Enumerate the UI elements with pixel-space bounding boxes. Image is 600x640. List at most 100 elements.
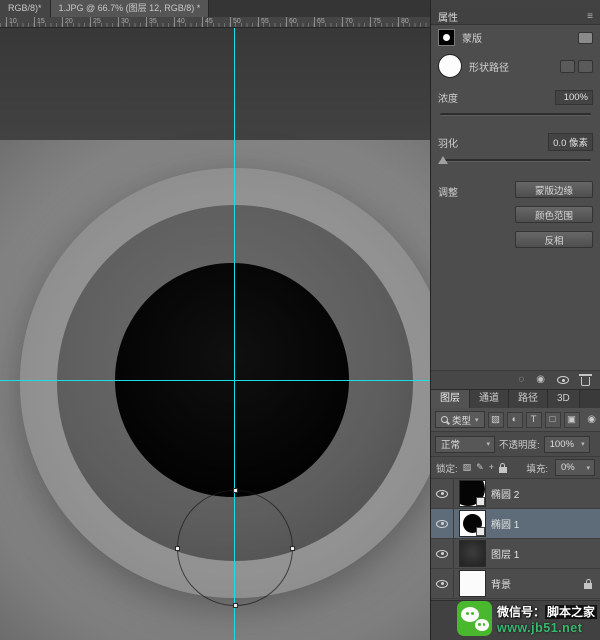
chevron-down-icon: ▾	[586, 464, 590, 472]
layers-panel-tabs: 图层 通道 路径 3D	[431, 390, 600, 408]
horizontal-guide[interactable]	[0, 380, 430, 381]
feather-value[interactable]: 0.0 像素	[548, 133, 593, 151]
lock-pixels-icon[interactable]: ✎	[476, 463, 484, 472]
wechat-icon	[457, 601, 492, 636]
layer-row-ellipse-1[interactable]: 椭圆 1	[431, 509, 600, 539]
density-slider[interactable]	[440, 113, 591, 116]
mask-label: 蒙版	[462, 30, 482, 45]
mask-row: 蒙版	[431, 25, 600, 50]
canvas[interactable]	[0, 28, 430, 640]
tab-layers[interactable]: 图层	[431, 390, 470, 408]
filter-kind-dropdown[interactable]: 类型 ▾	[435, 411, 485, 428]
layer-thumbnail[interactable]	[460, 511, 485, 536]
ruler-tick: 55	[258, 17, 286, 27]
layer-row-background[interactable]: 背景	[431, 569, 600, 599]
layer-row-ellipse-2[interactable]: 椭圆 2	[431, 479, 600, 509]
toggle-mask-eye-icon[interactable]	[557, 376, 569, 384]
wechat-prefix: 微信号：	[497, 605, 545, 619]
visibility-cell[interactable]	[431, 479, 454, 508]
wechat-account-name: 脚本之家	[545, 605, 597, 619]
layer-thumbnail[interactable]	[460, 481, 485, 506]
density-value[interactable]: 100%	[555, 90, 593, 105]
ruler-tick: 70	[342, 17, 370, 27]
properties-header: 属性 ≡	[431, 8, 600, 25]
load-selection-icon[interactable]: ◌	[518, 375, 524, 385]
layer-name[interactable]: 图层 1	[491, 546, 519, 561]
opacity-select[interactable]: 100% ▾	[544, 436, 590, 453]
invert-button[interactable]: 反相	[515, 231, 593, 248]
panel-menu-icon[interactable]: ≡	[587, 11, 593, 22]
visibility-cell[interactable]	[431, 539, 454, 568]
tab-3d[interactable]: 3D	[548, 390, 580, 408]
layer-row-layer-1[interactable]: 图层 1	[431, 539, 600, 569]
lock-transparency-icon[interactable]: ▨	[463, 463, 472, 472]
ruler-tick: 10	[6, 17, 34, 27]
filter-adjustment-layers-icon[interactable]: ◐	[507, 412, 523, 428]
filter-pixel-layers-icon[interactable]: ▨	[488, 412, 504, 428]
layer-thumbnail[interactable]	[460, 571, 485, 596]
tab-secondary[interactable]: RGB/8)*	[0, 0, 51, 17]
watermark-text: 微信号：脚本之家 www.jb51.net	[497, 603, 597, 635]
fill-select[interactable]: 0% ▾	[555, 459, 595, 476]
blend-mode-value: 正常	[441, 437, 460, 451]
lock-position-icon[interactable]: +	[489, 463, 494, 472]
filter-shape-layers-icon[interactable]: □	[545, 412, 561, 428]
right-panel-column: 属性 ≡ 蒙版 形状路径 浓度 100%	[430, 0, 600, 640]
path-handle-left[interactable]	[175, 546, 180, 551]
blend-row: 正常 ▾ 不透明度: 100% ▾	[431, 432, 600, 457]
add-vector-mask-icon[interactable]	[578, 60, 593, 73]
tab-paths[interactable]: 路径	[509, 390, 548, 408]
path-handle-bottom[interactable]	[233, 603, 238, 608]
ruler-tick: 15	[34, 17, 62, 27]
eye-icon[interactable]	[436, 490, 448, 498]
path-handle-top[interactable]	[233, 488, 238, 493]
shape-path-label: 形状路径	[469, 59, 509, 74]
ruler-tick: 25	[90, 17, 118, 27]
color-range-button[interactable]: 颜色范围	[515, 206, 593, 223]
eye-icon[interactable]	[436, 520, 448, 528]
feather-slider[interactable]	[440, 159, 591, 162]
tab-document[interactable]: 1.JPG @ 66.7% (图层 12, RGB/8) *	[51, 0, 210, 17]
chevron-down-icon: ▾	[475, 416, 479, 424]
feather-label: 羽化	[438, 135, 458, 150]
layer-name[interactable]: 椭圆 1	[491, 516, 519, 531]
eye-icon[interactable]	[436, 550, 448, 558]
lock-all-icon[interactable]	[499, 467, 507, 473]
shape-path-row: 形状路径	[431, 50, 600, 82]
pixel-mask-icon[interactable]	[578, 32, 593, 44]
wechat-account-line: 微信号：脚本之家	[497, 603, 597, 620]
layer-thumbnail[interactable]	[460, 541, 485, 566]
path-handle-right[interactable]	[290, 546, 295, 551]
opacity-value: 100%	[550, 439, 574, 450]
photoshop-window: RGB/8)* 1.JPG @ 66.7% (图层 12, RGB/8) * 1…	[0, 0, 600, 640]
filter-toggle-icon[interactable]: ◉	[587, 414, 596, 425]
apply-mask-icon[interactable]: ◉	[536, 375, 545, 385]
visibility-cell[interactable]	[431, 569, 454, 598]
mask-thumbnail[interactable]	[438, 29, 455, 46]
search-icon	[441, 416, 448, 423]
chevron-down-icon: ▾	[486, 440, 490, 448]
adjust-label: 调整	[438, 181, 458, 248]
horizontal-ruler[interactable]: 10 15 20 25 30 35 40 45 50 55 60 65 70 7…	[0, 17, 430, 28]
filter-type-layers-icon[interactable]: T	[526, 412, 542, 428]
layer-name[interactable]: 椭圆 2	[491, 486, 519, 501]
shape-path-icon	[438, 54, 462, 78]
ruler-tick: 65	[314, 17, 342, 27]
tab-channels[interactable]: 通道	[470, 390, 509, 408]
filter-smart-objects-icon[interactable]: ▣	[564, 412, 580, 428]
adjust-section: 调整 蒙版边缘 颜色范围 反相	[431, 171, 600, 258]
add-pixel-mask-icon[interactable]	[560, 60, 575, 73]
delete-mask-icon[interactable]	[581, 377, 590, 386]
ruler-tick: 50	[230, 17, 258, 27]
eye-icon[interactable]	[436, 580, 448, 588]
feather-slider-handle[interactable]	[438, 156, 448, 164]
visibility-cell[interactable]	[431, 509, 454, 538]
density-row: 浓度 100%	[431, 82, 600, 108]
ruler-tick: 45	[202, 17, 230, 27]
mask-edge-button[interactable]: 蒙版边缘	[515, 181, 593, 198]
layer-name[interactable]: 背景	[491, 576, 511, 591]
ellipse-path-outline[interactable]	[177, 490, 293, 606]
background-lock-icon	[584, 583, 592, 589]
vector-mask-badge	[476, 527, 485, 536]
blend-mode-select[interactable]: 正常 ▾	[435, 436, 495, 453]
